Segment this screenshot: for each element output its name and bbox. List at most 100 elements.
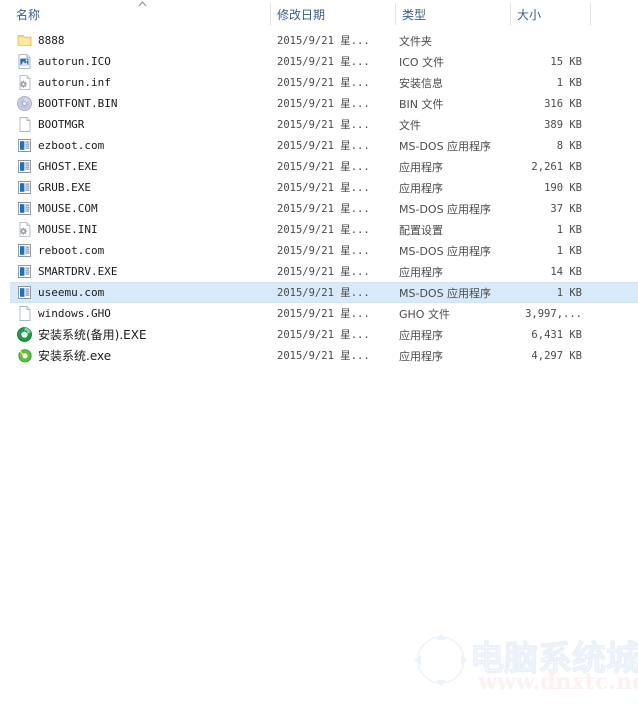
file-size-cell: 2,261 KB (531, 160, 582, 173)
file-date-cell: 2015/9/21 星... (277, 266, 370, 278)
file-name-cell[interactable]: reboot.com (16, 240, 266, 261)
file-name-label: MOUSE.COM (38, 202, 98, 215)
file-type-cell: ICO 文件 (399, 55, 445, 69)
file-name-cell[interactable]: autorun.inf (16, 72, 266, 93)
file-name-label: BOOTMGR (38, 118, 85, 131)
file-size-cell: 8 KB (556, 139, 582, 152)
dos-exe-icon (16, 179, 33, 196)
file-name-label: ezboot.com (38, 139, 105, 152)
column-header-date-label: 修改日期 (277, 7, 326, 22)
file-name-cell[interactable]: MOUSE.INI (16, 219, 266, 240)
file-date-cell: 2015/9/21 星... (277, 119, 370, 131)
file-date-cell: 2015/9/21 星... (277, 245, 370, 257)
file-date-cell: 2015/9/21 星... (277, 140, 370, 152)
column-divider-4[interactable] (590, 3, 591, 25)
file-size-cell: 6,431 KB (531, 328, 582, 341)
file-row[interactable]: MOUSE.COM 2015/9/21 星... MS-DOS 应用程序 37 KB (0, 198, 638, 219)
file-name-cell[interactable]: 安装系统.exe (16, 345, 266, 366)
file-date-cell: 2015/9/21 星... (277, 77, 370, 89)
file-type-cell: 文件夹 (399, 34, 432, 48)
file-row[interactable]: useemu.com 2015/9/21 星... MS-DOS 应用程序 1 KB (0, 282, 638, 303)
file-date-cell: 2015/9/21 星... (277, 224, 370, 236)
file-date-cell: 2015/9/21 星... (277, 182, 370, 194)
file-date-cell: 2015/9/21 星... (277, 203, 370, 215)
file-row[interactable]: reboot.com 2015/9/21 星... MS-DOS 应用程序 1 KB (0, 240, 638, 261)
file-row[interactable]: windows.GHO 2015/9/21 星... GHO 文件 3,997,... (0, 303, 638, 324)
watermark-text-cn: 电脑系统城 (470, 639, 638, 680)
column-header-name-label: 名称 (16, 7, 41, 22)
file-row[interactable]: 安装系统(备用).EXE 2015/9/21 星... 应用程序 6,431 KB (0, 324, 638, 345)
file-date-cell: 2015/9/21 星... (277, 350, 370, 362)
file-size-cell: 4,297 KB (531, 349, 582, 362)
file-type-cell: MS-DOS 应用程序 (399, 139, 492, 153)
file-name-label: 安装系统.exe (38, 349, 112, 363)
file-size-cell: 1 KB (556, 244, 582, 257)
file-row[interactable]: autorun.inf 2015/9/21 星... 安装信息 1 KB (0, 72, 638, 93)
file-name-cell[interactable]: GRUB.EXE (16, 177, 266, 198)
sort-ascending-caret-icon (138, 1, 147, 7)
file-row[interactable]: BOOTFONT.BIN 2015/9/21 星... BIN 文件 316 KB (0, 93, 638, 114)
file-name-cell[interactable]: ezboot.com (16, 135, 266, 156)
file-name-cell[interactable]: BOOTFONT.BIN (16, 93, 266, 114)
green-disc-app-icon (16, 326, 33, 343)
file-name-label: autorun.inf (38, 76, 111, 89)
file-date-cell: 2015/9/21 星... (277, 56, 370, 68)
file-name-cell[interactable]: autorun.ICO (16, 51, 266, 72)
file-row[interactable]: MOUSE.INI 2015/9/21 星... 配置设置 1 KB (0, 219, 638, 240)
file-type-cell: 文件 (399, 118, 421, 132)
file-size-cell: 3,997,... (525, 307, 582, 320)
file-row[interactable]: ezboot.com 2015/9/21 星... MS-DOS 应用程序 8 KB (0, 135, 638, 156)
file-name-cell[interactable]: MOUSE.COM (16, 198, 266, 219)
file-name-cell[interactable]: windows.GHO (16, 303, 266, 324)
dos-exe-icon (16, 242, 33, 259)
file-row[interactable]: 安装系统.exe 2015/9/21 星... 应用程序 4,297 KB (0, 345, 638, 366)
file-list[interactable]: 8888 2015/9/21 星... 文件夹 autorun.ICO 2015/9/2… (0, 30, 638, 366)
file-name-label: 安装系统(备用).EXE (38, 328, 147, 342)
column-divider-1[interactable] (270, 3, 271, 25)
file-name-cell[interactable]: SMARTDRV.EXE (16, 261, 266, 282)
column-header-size[interactable]: 大小 (517, 0, 587, 28)
file-name-cell[interactable]: GHOST.EXE (16, 156, 266, 177)
column-divider-3[interactable] (510, 3, 511, 25)
column-header-type[interactable]: 类型 (402, 0, 507, 28)
column-header-size-label: 大小 (517, 7, 542, 22)
file-date-cell: 2015/9/21 星... (277, 35, 370, 47)
file-size-cell: 1 KB (556, 286, 582, 299)
file-row[interactable]: GHOST.EXE 2015/9/21 星... 应用程序 2,261 KB (0, 156, 638, 177)
file-name-label: MOUSE.INI (38, 223, 98, 236)
site-watermark: 电脑系统城 www.dnxtc.net (408, 623, 638, 703)
file-type-cell: 安装信息 (399, 76, 443, 90)
file-row[interactable]: 8888 2015/9/21 星... 文件夹 (0, 30, 638, 51)
file-size-cell: 15 KB (550, 55, 582, 68)
file-name-cell[interactable]: useemu.com (16, 282, 266, 303)
file-row[interactable]: autorun.ICO 2015/9/21 星... ICO 文件 15 KB (0, 51, 638, 72)
file-row[interactable]: BOOTMGR 2015/9/21 星... 文件 389 KB (0, 114, 638, 135)
column-divider-2[interactable] (395, 3, 396, 25)
file-type-cell: MS-DOS 应用程序 (399, 244, 492, 258)
file-name-cell[interactable]: 8888 (16, 30, 266, 51)
file-name-label: reboot.com (38, 244, 105, 257)
column-header-date[interactable]: 修改日期 (277, 0, 392, 28)
file-date-cell: 2015/9/21 星... (277, 161, 370, 173)
dos-exe-icon (16, 158, 33, 175)
watermark-text-url: www.dnxtc.net (478, 669, 638, 695)
file-name-cell[interactable]: 安装系统(备用).EXE (16, 324, 266, 345)
file-size-cell (505, 30, 585, 51)
file-date-cell: 2015/9/21 星... (277, 308, 370, 320)
file-name-label: BOOTFONT.BIN (38, 97, 118, 110)
disc-file-icon (16, 95, 33, 112)
setup-info-icon (16, 221, 33, 238)
file-name-label: autorun.ICO (38, 55, 111, 68)
file-type-cell: GHO 文件 (399, 307, 450, 321)
file-name-cell[interactable]: BOOTMGR (16, 114, 266, 135)
file-row[interactable]: SMARTDRV.EXE 2015/9/21 星... 应用程序 14 KB (0, 261, 638, 282)
file-name-label: GRUB.EXE (38, 181, 91, 194)
dos-exe-icon (16, 263, 33, 280)
file-type-cell: 应用程序 (399, 181, 443, 195)
file-size-cell: 316 KB (544, 97, 582, 110)
file-size-cell: 389 KB (544, 118, 582, 131)
file-type-cell: MS-DOS 应用程序 (399, 286, 492, 300)
file-type-cell: 应用程序 (399, 328, 443, 342)
file-name-label: GHOST.EXE (38, 160, 98, 173)
file-row[interactable]: GRUB.EXE 2015/9/21 星... 应用程序 190 KB (0, 177, 638, 198)
